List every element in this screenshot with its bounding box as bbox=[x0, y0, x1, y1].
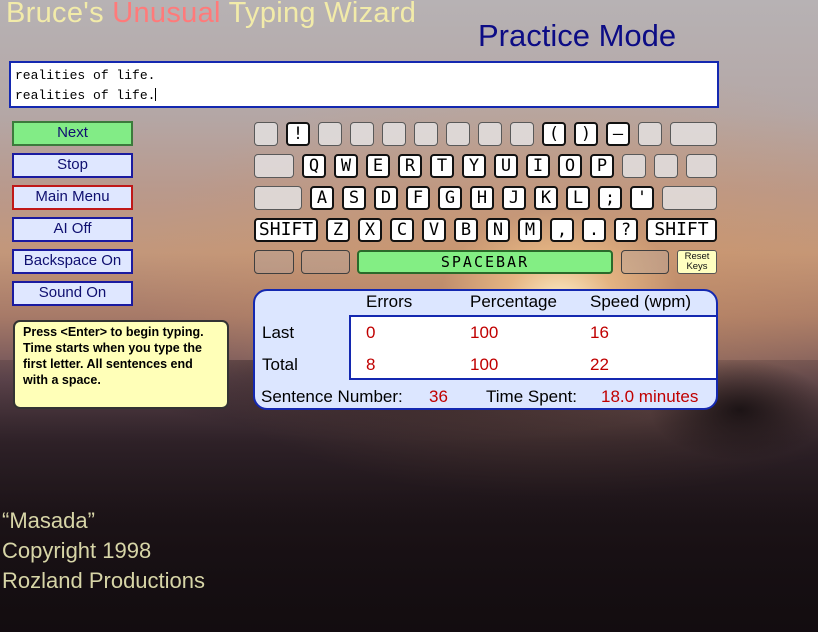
last-speed: 16 bbox=[590, 323, 609, 342]
key[interactable]: Y bbox=[462, 154, 486, 178]
key[interactable]: N bbox=[486, 218, 510, 242]
key[interactable]: M bbox=[518, 218, 542, 242]
ai-toggle-button[interactable]: AI Off bbox=[12, 217, 133, 242]
key[interactable]: J bbox=[502, 186, 526, 210]
typed-line-wrap[interactable]: realities of life. bbox=[15, 86, 713, 106]
key[interactable]: B bbox=[454, 218, 478, 242]
key[interactable]: L bbox=[566, 186, 590, 210]
key[interactable]: Z bbox=[326, 218, 350, 242]
key[interactable]: A bbox=[310, 186, 334, 210]
total-speed: 22 bbox=[590, 355, 609, 374]
next-button[interactable]: Next bbox=[12, 121, 133, 146]
time-spent-label: Time Spent: bbox=[486, 387, 578, 406]
errors-header: Errors bbox=[366, 292, 413, 311]
time-spent-value: 18.0 minutes bbox=[601, 387, 699, 406]
key[interactable]: O bbox=[558, 154, 582, 178]
stop-button[interactable]: Stop bbox=[12, 153, 133, 178]
sound-toggle-button[interactable]: Sound On bbox=[12, 281, 133, 306]
photo-caption: “Masada” bbox=[2, 508, 95, 533]
key-blank[interactable] bbox=[478, 122, 502, 146]
key-blank[interactable] bbox=[414, 122, 438, 146]
key[interactable]: ) bbox=[574, 122, 598, 146]
key-blank[interactable] bbox=[254, 250, 294, 274]
total-label: Total bbox=[262, 355, 298, 374]
key-blank[interactable] bbox=[510, 122, 534, 146]
key-blank[interactable] bbox=[382, 122, 406, 146]
help-box: Press <Enter> to begin typing. Time star… bbox=[13, 320, 229, 409]
key-blank[interactable] bbox=[350, 122, 374, 146]
key[interactable]: F bbox=[406, 186, 430, 210]
total-percentage: 100 bbox=[470, 355, 499, 374]
last-errors: 0 bbox=[366, 323, 376, 342]
key[interactable]: D bbox=[374, 186, 398, 210]
mode-label: Practice Mode bbox=[478, 18, 677, 53]
key-blank[interactable] bbox=[254, 154, 294, 178]
copyright-line: Copyright 1998 bbox=[2, 538, 152, 563]
key[interactable]: P bbox=[590, 154, 614, 178]
key[interactable]: . bbox=[582, 218, 606, 242]
typing-area[interactable]: realities of life. realities of life. bbox=[9, 61, 719, 108]
typed-line: realities of life. bbox=[15, 88, 156, 103]
sentence-number-label: Sentence Number: bbox=[261, 387, 403, 406]
key[interactable]: K bbox=[534, 186, 558, 210]
key[interactable]: ? bbox=[614, 218, 638, 242]
sentence-number-value: 36 bbox=[429, 387, 448, 406]
app-title-part1: Bruce's bbox=[6, 0, 113, 29]
reset-keys-label-2: Keys bbox=[686, 261, 708, 272]
key-blank[interactable] bbox=[686, 154, 717, 178]
key-blank[interactable] bbox=[301, 250, 350, 274]
stats-panel: Errors Percentage Speed (wpm) Last 0 100… bbox=[253, 289, 718, 410]
key[interactable]: X bbox=[358, 218, 382, 242]
key-blank[interactable] bbox=[446, 122, 470, 146]
key[interactable]: V bbox=[422, 218, 446, 242]
key[interactable]: S bbox=[342, 186, 366, 210]
key-blank[interactable] bbox=[318, 122, 342, 146]
speed-header: Speed (wpm) bbox=[590, 292, 692, 311]
key-blank[interactable] bbox=[638, 122, 662, 146]
key-blank[interactable] bbox=[654, 154, 678, 178]
key[interactable]: ! bbox=[286, 122, 310, 146]
key-blank[interactable] bbox=[254, 122, 278, 146]
key[interactable]: G bbox=[438, 186, 462, 210]
app-title-part3: Typing Wizard bbox=[220, 0, 417, 29]
app-title-part2: Unusual bbox=[112, 0, 221, 29]
key[interactable]: H bbox=[470, 186, 494, 210]
spacebar-key[interactable]: SPACEBAR bbox=[357, 250, 613, 274]
last-label: Last bbox=[262, 323, 295, 342]
last-percentage: 100 bbox=[470, 323, 499, 342]
percentage-header: Percentage bbox=[470, 292, 557, 311]
key[interactable]: E bbox=[366, 154, 390, 178]
key-blank[interactable] bbox=[662, 186, 717, 210]
key[interactable]: ( bbox=[542, 122, 566, 146]
key[interactable]: – bbox=[606, 122, 630, 146]
key[interactable]: W bbox=[334, 154, 358, 178]
key-blank[interactable] bbox=[621, 250, 669, 274]
key[interactable]: C bbox=[390, 218, 414, 242]
key[interactable]: I bbox=[526, 154, 550, 178]
key-blank[interactable] bbox=[622, 154, 646, 178]
key-blank[interactable] bbox=[254, 186, 302, 210]
key[interactable]: U bbox=[494, 154, 518, 178]
shift-key[interactable]: SHIFT bbox=[646, 218, 717, 242]
main-menu-button[interactable]: Main Menu bbox=[12, 185, 133, 210]
key[interactable]: R bbox=[398, 154, 422, 178]
key[interactable]: Q bbox=[302, 154, 326, 178]
credits: “Masada” Copyright 1998 Rozland Producti… bbox=[2, 506, 205, 596]
key[interactable]: , bbox=[550, 218, 574, 242]
text-cursor bbox=[155, 88, 157, 101]
reset-keys-button[interactable]: Reset Keys bbox=[677, 250, 717, 274]
key[interactable]: T bbox=[430, 154, 454, 178]
stats-values-box bbox=[349, 315, 716, 380]
shift-key[interactable]: SHIFT bbox=[254, 218, 318, 242]
backspace-toggle-button[interactable]: Backspace On bbox=[12, 249, 133, 274]
producer-line: Rozland Productions bbox=[2, 568, 206, 593]
app-title: Bruce's Unusual Typing Wizard bbox=[6, 0, 416, 30]
key[interactable]: ' bbox=[630, 186, 654, 210]
total-errors: 8 bbox=[366, 355, 376, 374]
key-blank[interactable] bbox=[670, 122, 717, 146]
target-line: realities of life. bbox=[15, 68, 156, 83]
key[interactable]: ; bbox=[598, 186, 622, 210]
